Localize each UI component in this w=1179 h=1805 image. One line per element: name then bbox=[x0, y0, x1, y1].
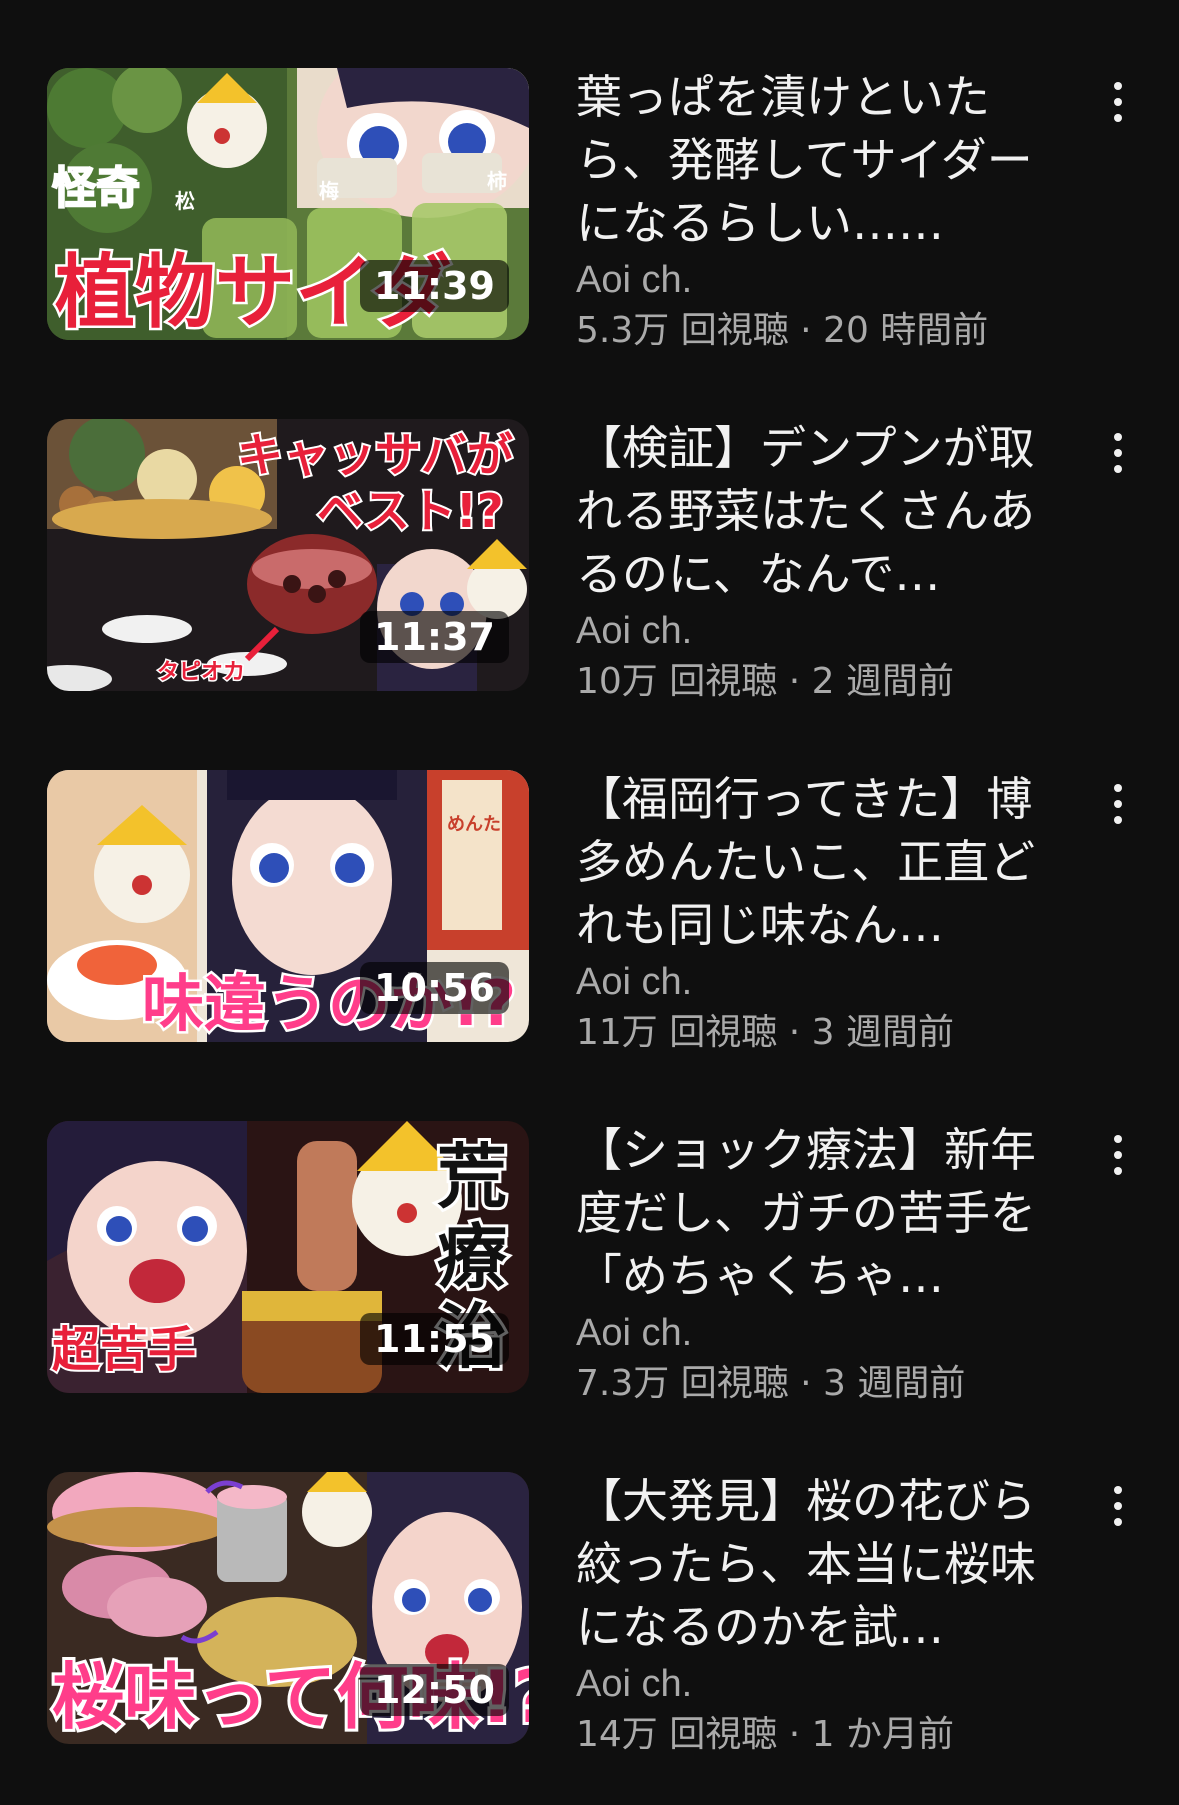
svg-text:タピオカ: タピオカ bbox=[157, 660, 245, 685]
video-thumbnail[interactable]: 超苦手 荒 療 治 11:55 bbox=[47, 1121, 529, 1393]
video-item[interactable]: 怪奇 植物サイダ 松 梅 柿 11:39 葉っぱを漬けといたら、発酵してサイダー… bbox=[0, 68, 1179, 368]
video-item[interactable]: 味違うのか!? めんたい 10:56 【福岡行ってきた】博多めんたいこ、正直どれ… bbox=[0, 770, 1179, 1070]
video-meta: 11万 回視聴 · 3 週間前 bbox=[576, 1007, 1046, 1059]
video-thumbnail[interactable]: 味違うのか!? めんたい 10:56 bbox=[47, 770, 529, 1042]
upload-age: 20 時間前 bbox=[823, 310, 989, 351]
svg-text:キャッサバが: キャッサバが bbox=[237, 428, 513, 482]
meta-separator: · bbox=[788, 1714, 812, 1755]
upload-age: 2 週間前 bbox=[811, 661, 954, 702]
svg-text:梅: 梅 bbox=[319, 179, 339, 203]
svg-text:怪奇: 怪奇 bbox=[52, 163, 140, 214]
video-thumbnail[interactable]: 怪奇 植物サイダ 松 梅 柿 11:39 bbox=[47, 68, 529, 340]
video-thumbnail[interactable]: キャッサバが ベスト!? タピオカ 11:37 bbox=[47, 419, 529, 691]
video-duration: 10:56 bbox=[360, 962, 509, 1014]
video-meta: 5.3万 回視聴 · 20 時間前 bbox=[576, 305, 1046, 357]
video-title[interactable]: 【ショック療法】新年度だし、ガチの苦手を「めちゃくちゃ… bbox=[576, 1119, 1046, 1308]
svg-text:療: 療 bbox=[437, 1216, 508, 1298]
video-info: 【福岡行ってきた】博多めんたいこ、正直どれも同じ味なん… Aoi ch. 11万… bbox=[576, 768, 1046, 1059]
more-vert-icon[interactable] bbox=[1094, 72, 1142, 132]
video-meta: 7.3万 回視聴 · 3 週間前 bbox=[576, 1358, 1046, 1410]
channel-name[interactable]: Aoi ch. bbox=[576, 957, 1046, 1007]
video-thumbnail[interactable]: 桜味って何味!? 12:50 bbox=[47, 1472, 529, 1744]
video-meta: 10万 回視聴 · 2 週間前 bbox=[576, 656, 1046, 708]
view-count: 5.3万 回視聴 bbox=[576, 310, 789, 351]
video-duration: 11:39 bbox=[360, 260, 509, 312]
upload-age: 3 週間前 bbox=[811, 1012, 954, 1053]
upload-age: 1 か月前 bbox=[811, 1714, 954, 1755]
view-count: 11万 回視聴 bbox=[576, 1012, 778, 1053]
view-count: 14万 回視聴 bbox=[576, 1714, 778, 1755]
video-duration: 11:55 bbox=[360, 1313, 509, 1365]
meta-separator: · bbox=[800, 1363, 824, 1404]
video-title[interactable]: 【検証】デンプンが取れる野菜はたくさんあるのに、なんで… bbox=[576, 417, 1046, 606]
svg-text:松: 松 bbox=[175, 189, 195, 213]
video-meta: 14万 回視聴 · 1 か月前 bbox=[576, 1709, 1046, 1761]
svg-text:柿: 柿 bbox=[487, 169, 507, 193]
view-count: 7.3万 回視聴 bbox=[576, 1363, 789, 1404]
video-item[interactable]: 桜味って何味!? 12:50 【大発見】桜の花びら絞ったら、本当に桜味になるのか… bbox=[0, 1472, 1179, 1772]
channel-name[interactable]: Aoi ch. bbox=[576, 606, 1046, 656]
channel-name[interactable]: Aoi ch. bbox=[576, 1659, 1046, 1709]
video-title[interactable]: 【福岡行ってきた】博多めんたいこ、正直どれも同じ味なん… bbox=[576, 768, 1046, 957]
more-vert-icon[interactable] bbox=[1094, 423, 1142, 483]
svg-text:ベスト!?: ベスト!? bbox=[317, 484, 504, 538]
video-duration: 12:50 bbox=[360, 1664, 509, 1716]
svg-text:超苦手: 超苦手 bbox=[52, 1322, 196, 1378]
channel-name[interactable]: Aoi ch. bbox=[576, 1308, 1046, 1358]
video-duration: 11:37 bbox=[360, 611, 509, 663]
view-count: 10万 回視聴 bbox=[576, 661, 778, 702]
video-title[interactable]: 【大発見】桜の花びら絞ったら、本当に桜味になるのかを試… bbox=[576, 1470, 1046, 1659]
more-vert-icon[interactable] bbox=[1094, 1125, 1142, 1185]
meta-separator: · bbox=[800, 310, 824, 351]
video-info: 【検証】デンプンが取れる野菜はたくさんあるのに、なんで… Aoi ch. 10万… bbox=[576, 417, 1046, 708]
svg-text:荒: 荒 bbox=[437, 1136, 507, 1218]
video-item[interactable]: キャッサバが ベスト!? タピオカ 11:37 【検証】デンプンが取れる野菜はた… bbox=[0, 419, 1179, 719]
more-vert-icon[interactable] bbox=[1094, 1476, 1142, 1536]
video-title[interactable]: 葉っぱを漬けといたら、発酵してサイダーになるらしい…… bbox=[576, 66, 1046, 255]
video-feed: 怪奇 植物サイダ 松 梅 柿 11:39 葉っぱを漬けといたら、発酵してサイダー… bbox=[0, 0, 1179, 1805]
video-info: 【大発見】桜の花びら絞ったら、本当に桜味になるのかを試… Aoi ch. 14万… bbox=[576, 1470, 1046, 1761]
channel-name[interactable]: Aoi ch. bbox=[576, 255, 1046, 305]
meta-separator: · bbox=[788, 661, 812, 702]
meta-separator: · bbox=[788, 1012, 812, 1053]
upload-age: 3 週間前 bbox=[823, 1363, 966, 1404]
video-info: 葉っぱを漬けといたら、発酵してサイダーになるらしい…… Aoi ch. 5.3万… bbox=[576, 66, 1046, 357]
video-info: 【ショック療法】新年度だし、ガチの苦手を「めちゃくちゃ… Aoi ch. 7.3… bbox=[576, 1119, 1046, 1410]
more-vert-icon[interactable] bbox=[1094, 774, 1142, 834]
video-item[interactable]: 超苦手 荒 療 治 11:55 【ショック療法】新年度だし、ガチの苦手を「めちゃ… bbox=[0, 1121, 1179, 1421]
svg-text:めんたい: めんたい bbox=[447, 814, 519, 835]
